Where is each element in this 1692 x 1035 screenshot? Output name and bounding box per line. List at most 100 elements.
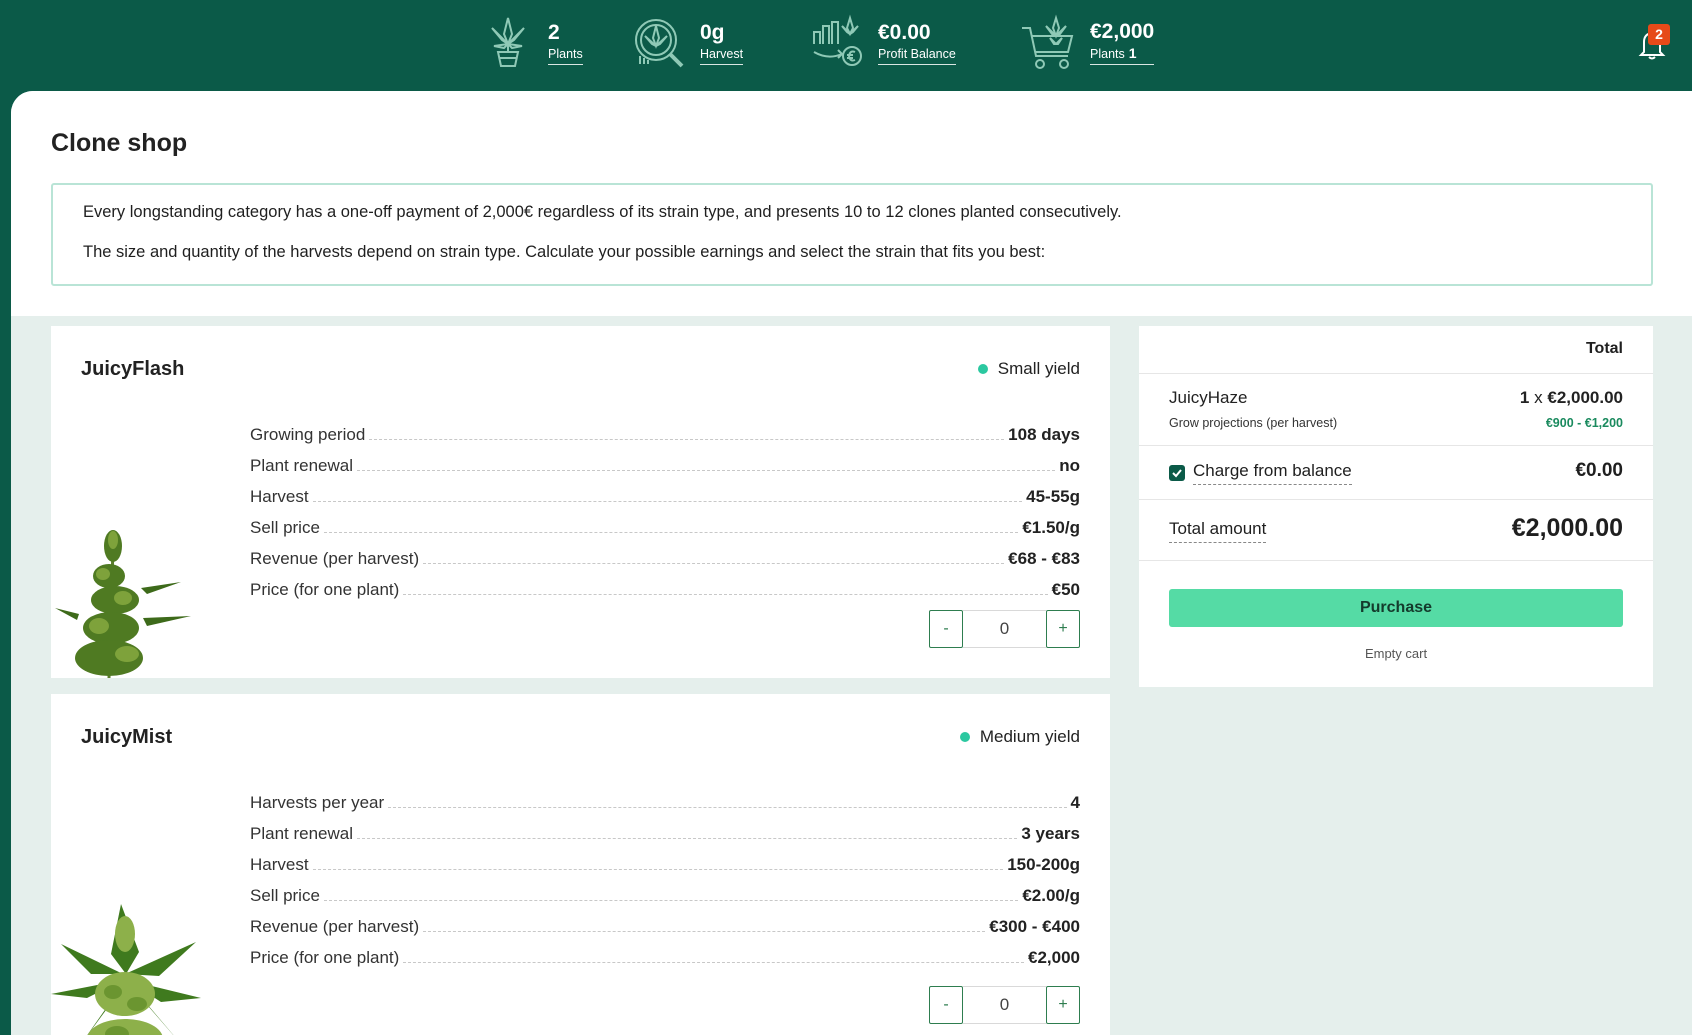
cart-item-projection: €900 - €1,200 [1545,416,1623,430]
harvest-magnifier-icon [635,19,684,68]
spec-value: €68 - €83 [1008,549,1080,568]
stat-value: €2,000 [1090,20,1155,43]
spec-label: Sell price [250,886,320,905]
yield-label: Medium yield [979,727,1080,746]
yield-dot-icon [977,364,988,374]
cart-panel: Total JuicyHaze Grow projections (per ha… [1139,326,1653,687]
cart-item: JuicyHaze Grow projections (per harvest)… [1139,374,1653,446]
spec-row: Revenue (per harvest) €300 - €400 [250,906,1080,937]
quantity-input[interactable]: 0 [963,986,1046,1024]
increase-button[interactable]: + [1046,986,1080,1024]
increase-button[interactable]: + [1046,610,1080,648]
charge-value: €0.00 [1575,460,1623,481]
spec-leader [357,838,1018,839]
yield-badge: Small yield [977,359,1080,379]
spec-value: 150-200g [1007,855,1080,874]
spec-value: €2,000 [1028,948,1080,967]
spec-row: Price (for one plant) €2,000 [250,937,1080,968]
spec-label: Plant renewal [250,824,354,843]
cannabis-pot-icon [491,17,525,67]
spec-value: €300 - €400 [989,917,1080,936]
stat-label: Plants [548,46,583,65]
spec-leader [388,807,1067,808]
spec-row: Plant renewal 3 years [250,813,1080,844]
cart-item-times: x [1534,388,1543,407]
stat-label: Harvest [700,46,744,65]
spec-leader [423,931,986,932]
charge-balance-row: Charge from balance €0.00 [1139,446,1653,500]
purchase-button[interactable]: Purchase [1169,589,1623,627]
stat-label-count: 1 [1128,45,1137,61]
spec-value: 3 years [1021,824,1080,843]
stat-value: 0g [700,20,725,44]
cart-item-amount: €2,000.00 [1547,388,1623,407]
plant-image [51,904,201,1035]
spec-leader [323,900,1019,901]
spec-label: Sell price [250,518,320,537]
stat-plants[interactable]: 2 Plants [478,14,583,70]
spec-row: Harvest 150-200g [250,844,1080,875]
spec-leader [312,501,1023,502]
notifications-button[interactable]: 2 [1638,24,1670,60]
spec-list: Growing period 108 days Plant renewal no H… [250,414,1080,600]
spec-value: 45-55g [1026,487,1080,506]
charge-checkbox[interactable] [1169,465,1185,481]
info-text: The size and quantity of the harvests de… [83,243,1046,261]
cart-item-qty: 1 [1519,388,1530,407]
stat-harvest[interactable]: 0g Harvest [630,14,744,70]
cart-item-price: 1 x €2,000.00 [1520,388,1623,408]
spec-label: Growing period [250,425,366,444]
stat-label: Plants 1 [1090,45,1155,65]
spec-list: Harvests per year 4 Plant renewal 3 years … [250,782,1080,968]
spec-leader [369,439,1005,440]
spec-row: Harvests per year 4 [250,782,1080,813]
decrease-button[interactable]: - [929,610,963,648]
spec-label: Revenue (per harvest) [250,917,420,936]
product-name: JuicyFlash [81,358,185,380]
spec-value: €2.00/g [1022,886,1080,905]
spec-row: Plant renewal no [250,445,1080,476]
spec-leader [312,869,1004,870]
main-panel: Clone shop Every longstanding category h… [11,91,1692,1035]
check-icon [1172,469,1182,478]
product-name: JuicyMist [81,726,173,748]
spec-row: Revenue (per harvest) €68 - €83 [250,538,1080,569]
spec-label: Price (for one plant) [250,580,400,599]
notification-badge: 2 [1648,24,1670,45]
stat-profit-balance[interactable]: €0.00 Profit Balance [808,14,956,70]
page-title: Clone shop [51,129,188,157]
spec-value: €50 [1051,580,1080,599]
spec-value: 108 days [1008,425,1080,444]
cart-item-name: JuicyHaze [1169,388,1248,407]
spec-row: Growing period 108 days [250,414,1080,445]
spec-value: 4 [1070,793,1080,812]
info-box: Every longstanding category has a one-of… [51,183,1653,286]
product-card-juicymist: JuicyMist Medium yield Harvests per year… [51,694,1110,1035]
charge-label: Charge from balance [1193,461,1352,485]
info-text: Every longstanding category has a one-of… [83,203,1122,221]
charge-balance-toggle[interactable]: Charge from balance [1169,461,1352,485]
plant-cart-icon [1022,14,1074,69]
spec-value: no [1059,456,1080,475]
spec-leader [323,532,1019,533]
decrease-button[interactable]: - [929,986,963,1024]
plant-image [55,530,191,678]
stat-label-text: Plants [1090,47,1125,61]
stat-plants-cart[interactable]: €2,000 Plants 1 [1020,14,1155,70]
spec-row: Sell price €1.50/g [250,507,1080,538]
cart-total-header: Total [1139,326,1653,374]
empty-cart-link[interactable]: Empty cart [1139,646,1653,661]
spec-label: Harvests per year [250,793,385,812]
total-amount-row: Total amount €2,000.00 [1139,500,1653,561]
yield-badge: Medium yield [959,727,1080,747]
spec-label: Price (for one plant) [250,948,400,967]
top-bar: 2 Plants 0g Harvest €0.00 Profit Balance… [0,0,1692,91]
quantity-input[interactable]: 0 [963,610,1046,648]
product-card-juicyflash: JuicyFlash Small yield Growing period 10… [51,326,1110,678]
spec-value: €1.50/g [1022,518,1080,537]
yield-label: Small yield [997,359,1080,378]
quantity-stepper: - 0 + [929,986,1080,1024]
spec-leader [403,962,1024,963]
stat-label: Profit Balance [878,46,956,65]
spec-row: Harvest 45-55g [250,476,1080,507]
